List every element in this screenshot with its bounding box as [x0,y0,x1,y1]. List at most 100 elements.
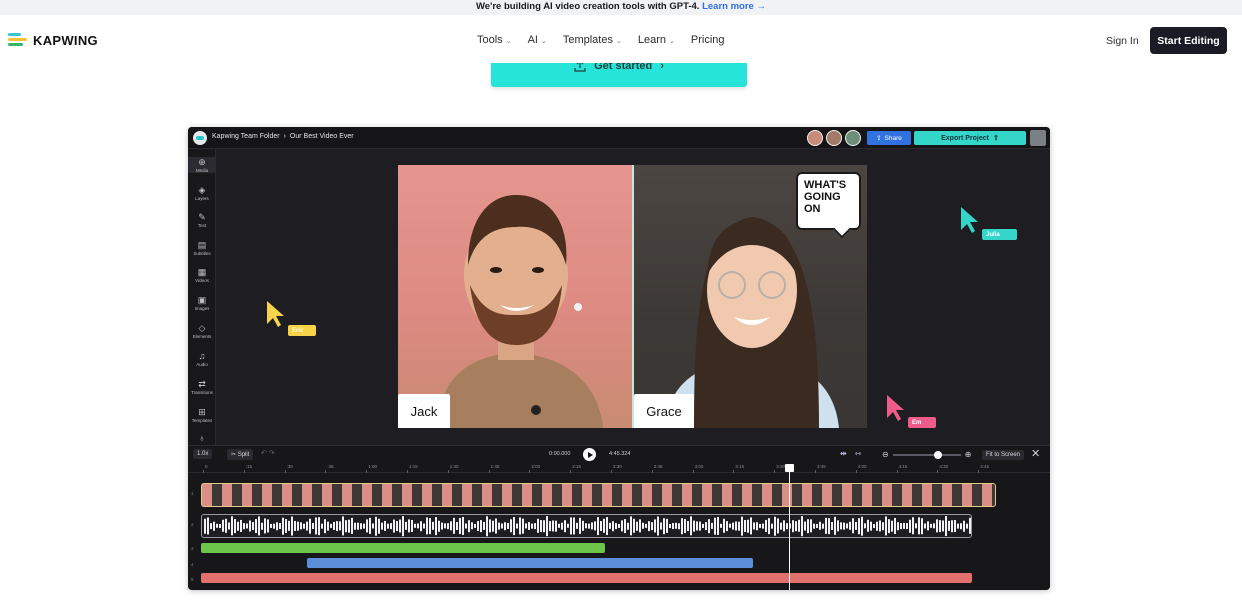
waveform-bar [225,518,227,534]
zoom-in-icon[interactable]: ⊕ [965,450,972,459]
nav-item-learn[interactable]: Learn ⌄ [638,34,675,46]
close-icon[interactable]: ✕ [1031,447,1040,460]
sidebar-item-templates[interactable]: ⊞ Templates [188,407,216,423]
text-track-clip[interactable] [201,543,605,553]
sidebar-item-subtitles[interactable]: ▤ Subtitles [188,240,216,256]
playhead[interactable] [789,466,790,590]
banner-learn-more-link[interactable]: Learn more → [702,1,766,12]
workspace-logo-icon[interactable] [193,131,207,145]
name-tag-grace[interactable]: Grace [634,394,694,428]
video-frame[interactable]: Jack Grace WHAT'S GOING ON [398,165,867,428]
waveform-bar [735,521,737,531]
fit-to-screen-button[interactable]: Fit to Screen [982,450,1025,460]
waveform-bar [561,522,563,530]
get-started-button[interactable]: Get started › [491,63,747,87]
breadcrumb-separator: › [283,133,286,140]
waveform-bar [309,518,311,534]
sidebar-item-images[interactable]: ▣ Images [188,295,216,311]
waveform-bar [648,521,650,531]
sidebar-item-label: Subtitles [193,251,211,256]
waveform-bar [288,520,290,532]
zoom-out-icon[interactable]: ⊖ [882,450,889,459]
waveform-bar [900,523,902,529]
sidebar-item-layers[interactable]: ◈ Layers [188,185,216,201]
waveform-bar [954,520,956,532]
waveform-bar [849,521,851,531]
waveform-bar [327,521,329,531]
sign-in-link[interactable]: Sign In [1106,35,1139,47]
export-project-button[interactable]: Export Project ⇧ [914,131,1026,145]
nav-item-pricing[interactable]: Pricing [691,34,725,46]
sidebar-item-transitions[interactable]: ⇄ Transitions [188,379,216,395]
sidebar-item-more[interactable]: ♁ [188,433,216,443]
waveform-bar [804,521,806,531]
waveform-bar [801,516,803,536]
zoom-slider[interactable] [892,450,961,459]
play-button[interactable] [583,448,596,461]
zoom-slider-knob[interactable] [933,450,942,459]
waveform-bar [906,523,908,529]
waveform-bar [690,516,692,536]
waveform-bar [909,519,911,533]
timeline-ruler[interactable]: 0:15:30:45 1:00 1:15 1:30 1:45 2:00 2:15 2:30 2:… [188,463,1050,473]
snap-icon[interactable]: ⇹ [840,449,847,458]
waveform-bar [498,522,500,530]
avatar[interactable] [845,130,861,146]
audio-track-clip[interactable] [201,514,972,538]
sidebar-item-label: Templates [191,418,213,423]
waveform-bar [423,523,425,529]
element-track-clip[interactable] [201,573,972,583]
sidebar-item-elements[interactable]: ◇ Elements [188,323,216,339]
playhead-handle[interactable] [785,464,794,472]
waveform-bar [546,516,548,536]
waveform-bar [729,523,731,529]
sidebar-item-text[interactable]: ✎ Text [188,212,216,228]
shapes-icon: ◇ [198,323,206,333]
waveform-bar [744,520,746,532]
waveform-bar [507,522,509,530]
sidebar-item-audio[interactable]: ♫ Audio [188,351,216,367]
sidebar-item-media[interactable]: ⊕ Media [188,157,216,173]
waveform-bar [273,523,275,529]
video-track-clip[interactable] [201,483,996,507]
waveform-bar [921,518,923,534]
waveform-bar [777,518,779,534]
speech-bubble[interactable]: WHAT'S GOING ON [796,172,861,230]
waveform-bar [960,523,962,529]
avatar[interactable] [826,130,842,146]
waveform-bar [537,518,539,534]
subtitle-track-clip[interactable] [307,558,753,568]
name-tag-jack[interactable]: Jack [398,394,450,428]
nav-item-tools[interactable]: Tools ⌄ [477,34,512,46]
user-avatar[interactable] [1030,130,1046,146]
nav-item-templates[interactable]: Templates ⌄ [563,34,622,46]
waveform-bar [681,518,683,534]
scissors-icon: ✂ [231,452,237,458]
nav-item-ai[interactable]: AI ⌄ [528,34,547,46]
waveform-bar [558,523,560,529]
start-editing-button[interactable]: Start Editing [1150,27,1227,54]
waveform-bar [774,516,776,536]
breadcrumb-folder[interactable]: Kapwing Team Folder [212,133,280,140]
waveform-bar [489,519,491,533]
avatar[interactable] [807,130,823,146]
track-number: 1 [191,491,194,496]
editor-canvas[interactable]: Jack Grace WHAT'S GOING ON Eric Julia Em [216,149,1050,445]
brand-logo[interactable]: KAPWING [8,33,98,48]
breadcrumb: Kapwing Team Folder › Our Best Video Eve… [212,133,354,140]
waveform-bar [240,519,242,533]
undo-redo-icon[interactable]: ↶ ↷ [261,449,275,457]
playback-speed-select[interactable]: 1.0x [193,449,213,459]
waveform-bar [918,517,920,535]
waveform-bar [474,523,476,529]
cursor-label-julia: Julia [982,229,1017,240]
waveform-bar [678,523,680,529]
waveform-bar [915,523,917,529]
sidebar-item-videos[interactable]: ▦ Videos [188,267,216,283]
waveform-bar [864,523,866,529]
breadcrumb-project[interactable]: Our Best Video Ever [290,133,354,140]
share-button[interactable]: ⇪ Share [867,131,911,145]
split-button[interactable]: ✂ Split [227,449,254,460]
waveform-bar [600,520,602,532]
fit-width-icon[interactable]: ⇿ [855,449,862,458]
